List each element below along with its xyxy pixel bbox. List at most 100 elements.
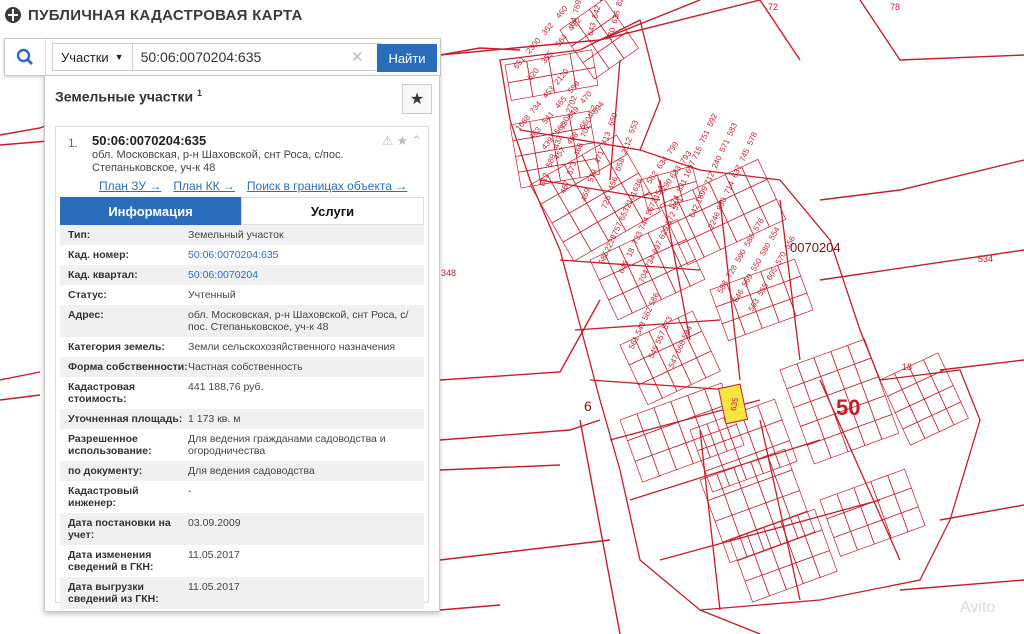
parcel[interactable] (757, 475, 784, 504)
parcel[interactable] (699, 473, 725, 502)
parcel[interactable] (860, 376, 886, 403)
parcel[interactable] (723, 487, 750, 516)
parcel[interactable] (744, 574, 770, 603)
parcel[interactable] (945, 401, 969, 426)
parcel[interactable] (740, 481, 767, 510)
parcel[interactable] (687, 388, 713, 417)
parcel[interactable] (887, 389, 911, 414)
parcel[interactable] (738, 311, 763, 336)
parcel[interactable] (854, 357, 879, 384)
parcel[interactable] (826, 512, 852, 539)
parcel[interactable] (812, 550, 838, 578)
warning-icon[interactable]: ⚠ (382, 133, 394, 149)
parcel[interactable] (755, 446, 781, 474)
parcel[interactable] (931, 408, 955, 433)
parcel[interactable] (568, 202, 599, 233)
parcel[interactable] (627, 434, 653, 462)
parcel[interactable] (764, 419, 791, 448)
parcel[interactable] (874, 413, 900, 440)
parcel[interactable] (837, 363, 862, 390)
parcel[interactable] (870, 474, 895, 501)
close-icon[interactable]: ✕ (351, 48, 364, 66)
parcel[interactable] (795, 556, 821, 584)
parcel[interactable] (660, 421, 687, 450)
parcel[interactable] (734, 186, 761, 215)
parcel[interactable] (850, 524, 875, 551)
parcel[interactable] (757, 398, 783, 427)
favorites-button[interactable]: ★ (402, 84, 432, 114)
parcel[interactable] (867, 395, 893, 421)
parcel[interactable] (694, 229, 721, 258)
parcel[interactable] (766, 281, 791, 306)
parcel[interactable] (750, 178, 777, 208)
parcel[interactable] (750, 454, 776, 483)
parcel[interactable] (857, 420, 883, 446)
parcel[interactable] (507, 78, 534, 101)
parcel[interactable] (923, 391, 947, 416)
parcel[interactable] (696, 350, 721, 379)
parcel[interactable] (938, 385, 962, 410)
parcel[interactable] (628, 357, 654, 386)
parcel[interactable] (847, 338, 872, 365)
search-input[interactable] (132, 43, 382, 71)
chevron-up-icon[interactable]: ⌃ (411, 133, 422, 149)
parcel[interactable] (634, 454, 660, 483)
parcel[interactable] (887, 468, 912, 495)
parcel[interactable] (668, 442, 694, 471)
parcel[interactable] (738, 452, 764, 481)
parcel[interactable] (902, 421, 926, 446)
parcel[interactable] (877, 493, 902, 520)
star-icon[interactable]: ★ (396, 133, 408, 149)
parcel[interactable] (747, 425, 774, 454)
parcel[interactable] (840, 426, 866, 453)
info-value[interactable]: 50:06:0070204:635 (188, 249, 418, 261)
parcel[interactable] (796, 357, 822, 384)
parcel[interactable] (598, 272, 624, 301)
parcel[interactable] (916, 414, 940, 439)
parcel[interactable] (622, 285, 648, 314)
parcel[interactable] (916, 375, 940, 400)
plan-kk-link[interactable]: План КК → (173, 179, 235, 193)
parcel[interactable] (786, 382, 812, 409)
parcel[interactable] (707, 494, 733, 522)
parcel[interactable] (909, 398, 933, 423)
search-in-bounds-link[interactable]: Поиск в границах объекта → (247, 179, 407, 193)
parcel[interactable] (810, 394, 835, 421)
parcel[interactable] (540, 193, 570, 224)
parcel[interactable] (643, 427, 670, 456)
parcel[interactable] (908, 359, 932, 384)
search-icon[interactable] (5, 39, 46, 75)
parcel[interactable] (761, 568, 787, 597)
parcel[interactable] (843, 506, 868, 532)
parcel[interactable] (551, 212, 581, 243)
plan-zu-link[interactable]: План ЗУ → (99, 179, 161, 193)
parcel[interactable] (636, 407, 662, 435)
parcel[interactable] (830, 344, 855, 371)
parcel[interactable] (686, 330, 712, 359)
parcel[interactable] (778, 562, 804, 591)
parcel[interactable] (774, 469, 801, 498)
parcel[interactable] (833, 530, 858, 557)
parcel[interactable] (900, 506, 926, 533)
parcel[interactable] (894, 405, 918, 430)
parcel[interactable] (755, 304, 780, 329)
parcel[interactable] (894, 487, 919, 514)
parcel[interactable] (562, 231, 592, 262)
parcel[interactable] (813, 351, 839, 377)
parcel[interactable] (783, 275, 808, 300)
parcel[interactable] (681, 357, 707, 385)
info-value[interactable]: 50:06:0070204 (188, 269, 418, 281)
parcel[interactable] (793, 400, 818, 427)
parcel[interactable] (800, 419, 825, 446)
parcel[interactable] (820, 369, 845, 396)
find-button[interactable]: Найти (377, 44, 437, 72)
tab-info[interactable]: Информация (60, 197, 241, 225)
parcel[interactable] (901, 382, 925, 407)
tab-services[interactable]: Услуги (241, 197, 424, 225)
parcel[interactable] (721, 458, 747, 487)
parcel[interactable] (651, 448, 677, 477)
parcel[interactable] (779, 363, 805, 390)
parcel[interactable] (879, 372, 903, 397)
parcel[interactable] (608, 292, 633, 321)
parcel[interactable] (638, 377, 663, 406)
